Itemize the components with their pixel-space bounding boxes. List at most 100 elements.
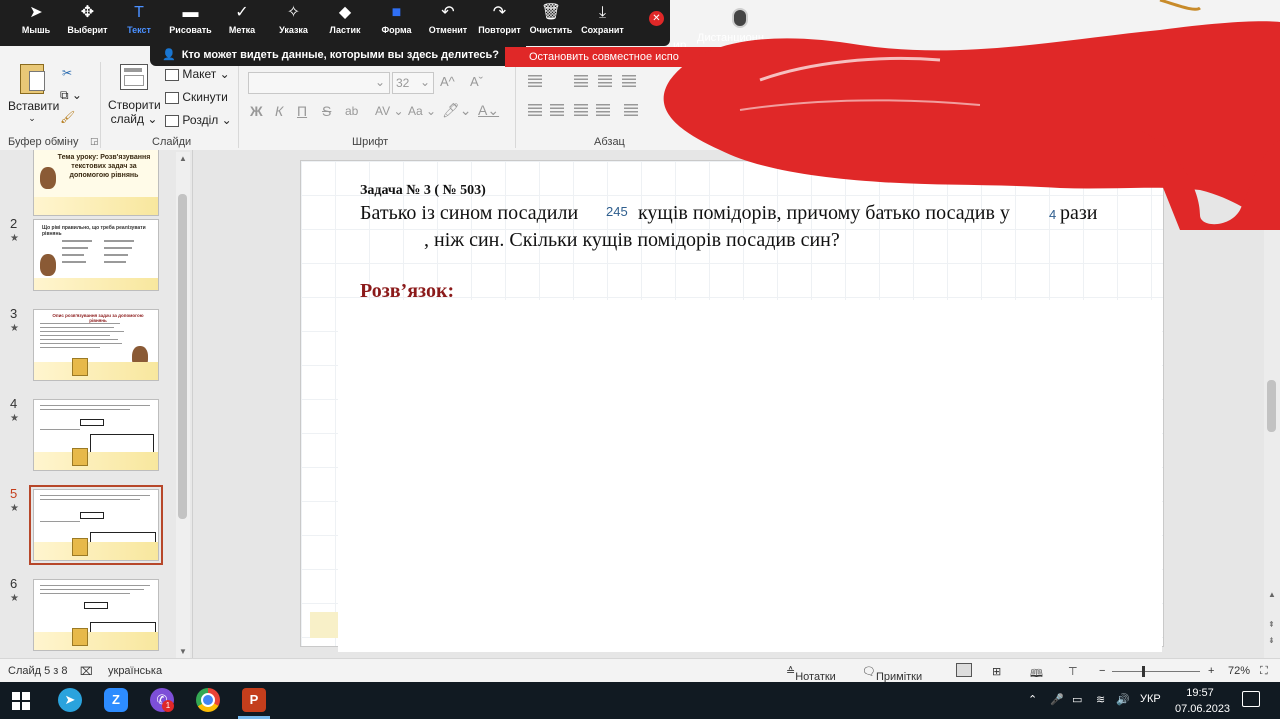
number-245[interactable]: 245 [606, 204, 628, 219]
task-text-line1-c[interactable]: рази [1060, 202, 1097, 225]
slide-thumbnail-2[interactable]: Що ріві правильно, що треба реалізувати … [33, 219, 159, 291]
task-text-line1-b[interactable]: кущів помідорів, причому батько посадив … [638, 202, 1010, 225]
font-name-select[interactable]: ⌄ [248, 72, 390, 94]
new-slide-button[interactable]: Створити слайд ⌄ [108, 64, 161, 126]
microphone-icon[interactable]: 🎤 [1050, 693, 1064, 706]
language-indicator[interactable]: українська [108, 665, 162, 677]
wifi-icon[interactable]: ≋ [1096, 693, 1105, 706]
align-left-icon[interactable] [528, 104, 542, 116]
share-visibility-tip[interactable]: 👤 Кто может видеть данные, которыми вы зд… [150, 44, 526, 66]
zoom-slider-knob[interactable] [1142, 666, 1145, 677]
shrink-font-icon[interactable]: Aˇ [470, 74, 483, 89]
normal-view-icon[interactable] [956, 663, 972, 677]
slide-thumbnail-4[interactable] [33, 399, 159, 471]
zoom-tool-6-button[interactable]: ✧ Указка [268, 2, 320, 42]
justify-icon[interactable] [596, 104, 610, 116]
telegram-icon[interactable]: ➤ [58, 688, 82, 712]
task-text-line1-a[interactable]: Батько із сином посадили [360, 202, 578, 225]
bullets-icon[interactable] [528, 75, 542, 87]
slide-sorter-icon[interactable]: ⊞ [992, 665, 1001, 678]
zoom-tool-5-button[interactable]: ✓ Метка [216, 2, 268, 42]
font-size-select[interactable]: 32 ⌄ [392, 72, 434, 94]
notes-button[interactable]: ≙ Нотатки [786, 665, 836, 683]
notifications-icon[interactable] [1242, 691, 1260, 707]
solution-heading[interactable]: Розв’язок: [360, 280, 454, 303]
zoom-tool-label: Очистить [529, 25, 573, 35]
paste-button[interactable]: Вставити ⌄ [8, 64, 60, 124]
zoom-app-icon[interactable]: Z [104, 688, 128, 712]
font-size-value: 32 [396, 76, 410, 90]
slide-thumbnail-3[interactable]: Опис розв'язування задач за допомогою рі… [33, 309, 159, 381]
clock[interactable]: 19:57 07.06.2023 [1175, 685, 1230, 717]
zoom-tool-1-button[interactable]: ➤ Мышь [10, 2, 62, 42]
layout-button[interactable]: Макет ⌄ [165, 67, 230, 81]
zoom-tool-10-button[interactable]: ↷ Повторит [474, 2, 526, 42]
zoom-tool-8-button[interactable]: ■ Форма [371, 2, 423, 42]
task-title[interactable]: Задача № 3 ( № 503) [360, 183, 486, 199]
clock-time: 19:57 [1186, 687, 1214, 699]
font-color-icon[interactable]: A⌄ [478, 102, 499, 119]
paste-label: Вставити [8, 99, 60, 113]
italic-button[interactable]: К [275, 103, 283, 119]
change-case-icon[interactable]: Aa ⌄ [408, 104, 436, 118]
zoom-slider[interactable] [1112, 671, 1200, 672]
strikethrough-button[interactable]: S [322, 103, 331, 119]
section-button[interactable]: Розділ ⌄ [165, 113, 232, 127]
slide-number-5: 5 [10, 486, 18, 501]
editor-scrollbar[interactable]: ▲ ⇞ ⇟ [1264, 150, 1280, 658]
zoom-level[interactable]: 72% [1228, 665, 1250, 677]
windows-taskbar: ➤ Z ✆ 1 P ⌃ 🎤 ▭ ≋ 🔊 УКР 19:57 07.06.2023 [0, 682, 1280, 719]
dialog-launcher-icon[interactable]: ◲ [90, 136, 99, 147]
slide-number-2: 2 [10, 216, 18, 231]
input-language[interactable]: УКР [1140, 693, 1161, 705]
numbering-icon[interactable] [574, 75, 588, 87]
zoom-tool-4-button[interactable]: ▬ Рисовать [165, 2, 217, 42]
align-center-icon[interactable] [550, 104, 564, 116]
zoom-tool-label: Сохранит [581, 25, 624, 35]
powerpoint-icon[interactable]: P [242, 688, 266, 712]
shadow-button[interactable]: ab [345, 104, 358, 118]
grow-font-icon[interactable]: A^ [440, 74, 455, 89]
zoom-tool-3-button[interactable]: T Текст [113, 2, 165, 42]
zoom-tool-9-button[interactable]: ↶ Отменит [422, 2, 474, 42]
zoom-tool-11-button[interactable]: 🗑 Очистить [525, 2, 577, 42]
columns-icon[interactable] [624, 104, 638, 116]
decrease-indent-icon[interactable] [598, 75, 612, 87]
zoom-tool-7-button[interactable]: ◆ Ластик [319, 2, 371, 42]
cursor-icon: ➤ [29, 4, 43, 21]
bold-button[interactable]: Ж [250, 103, 263, 119]
tray-expand-icon[interactable]: ⌃ [1028, 693, 1037, 706]
stop-share-button[interactable]: Остановить совместное испо [505, 47, 730, 67]
reset-button[interactable]: Скинути [165, 90, 228, 104]
task-text-line2[interactable]: , ніж син. Скільки кущів помідорів посад… [424, 229, 840, 252]
zoom-tool-label: Текст [127, 25, 151, 35]
underline-button[interactable]: П [297, 103, 307, 119]
volume-icon[interactable]: 🔊 [1116, 693, 1130, 706]
fit-slide-icon[interactable]: ⛶ [1260, 665, 1268, 678]
char-spacing-icon[interactable]: AV ⌄ [375, 104, 404, 118]
zoom-tool-12-button[interactable]: ⤓ Сохранит [577, 2, 629, 42]
slideshow-icon[interactable]: ⊤ [1068, 665, 1078, 678]
layout-label: Макет [182, 67, 217, 81]
comments-button[interactable]: 🗨 Примітки [862, 665, 922, 683]
slide-thumbnail-5[interactable] [29, 485, 163, 565]
highlight-icon[interactable]: 🖊⌄ [442, 102, 472, 119]
new-slide-label-1: Створити [108, 98, 161, 112]
format-painter-icon[interactable]: 🖌 [60, 110, 75, 124]
slides-panel-scrollbar[interactable]: ▲ ▼ [176, 152, 190, 658]
slide-thumbnail-1[interactable]: Тема уроку: Розв'язування текстових зада… [33, 150, 159, 216]
number-4[interactable]: 4 [1049, 207, 1056, 222]
zoom-in-button[interactable]: + [1208, 665, 1214, 677]
chrome-icon[interactable] [196, 688, 220, 712]
increase-indent-icon[interactable] [622, 75, 636, 87]
zoom-tool-2-button[interactable]: ✥ Выберит [62, 2, 114, 42]
windows-start-icon[interactable] [12, 692, 30, 710]
accessibility-icon[interactable]: ⌧ [80, 665, 93, 678]
slide-thumbnail-6[interactable] [33, 579, 159, 651]
align-right-icon[interactable] [574, 104, 588, 116]
close-annotate-icon[interactable]: ✕ [649, 11, 664, 26]
zoom-out-button[interactable]: − [1099, 665, 1105, 677]
cut-icon[interactable]: ✂ [62, 66, 72, 80]
battery-icon[interactable]: ▭ [1072, 693, 1082, 706]
copy-icon[interactable]: ⧉ ⌄ [60, 88, 82, 103]
